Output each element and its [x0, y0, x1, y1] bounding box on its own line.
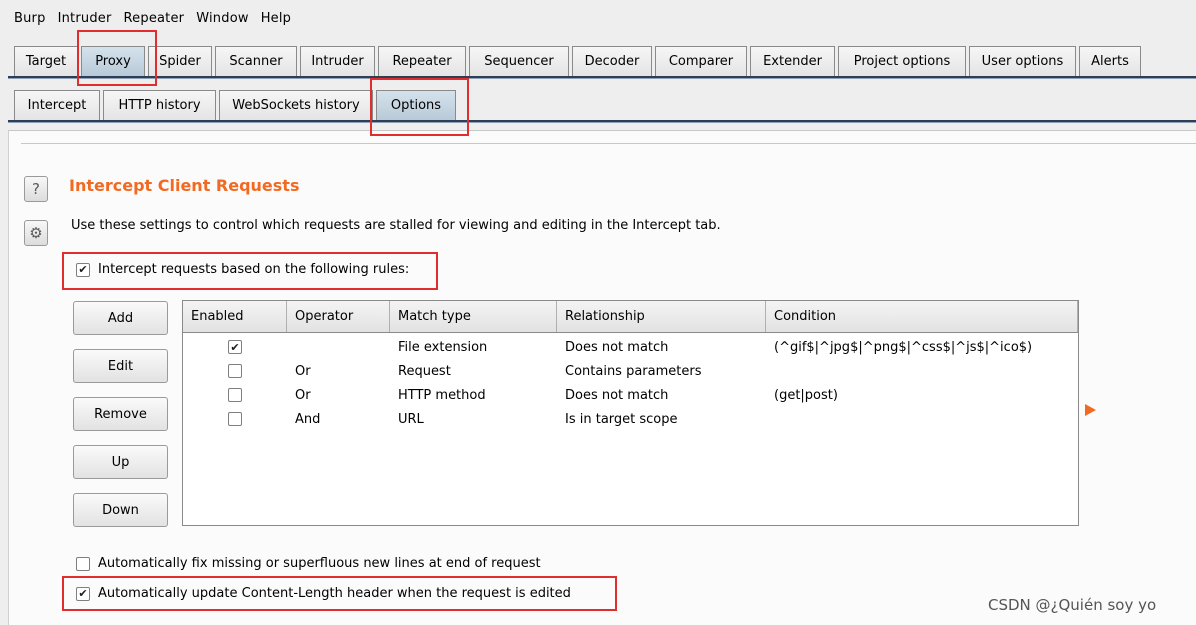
- fix-newlines-label: Automatically fix missing or superfluous…: [98, 556, 541, 571]
- tab-user-options[interactable]: User options: [969, 46, 1076, 76]
- settings-gear-icon[interactable]: ⚙: [24, 220, 48, 246]
- tab-repeater[interactable]: Repeater: [378, 46, 466, 76]
- column-header-condition[interactable]: Condition: [766, 301, 1078, 332]
- update-content-length-checkbox[interactable]: ✔: [76, 586, 90, 601]
- intercept-rules-label: Intercept requests based on the followin…: [98, 262, 410, 277]
- table-row[interactable]: ✔ File extension Does not match (^gif$|^…: [183, 335, 1078, 359]
- row-relationship: Does not match: [565, 387, 669, 403]
- column-header-operator[interactable]: Operator: [287, 301, 390, 332]
- tab-decoder[interactable]: Decoder: [572, 46, 652, 76]
- row-condition: (^gif$|^jpg$|^png$|^css$|^js$|^ico$): [774, 339, 1033, 355]
- menu-intruder[interactable]: Intruder: [52, 11, 118, 26]
- tab-alerts[interactable]: Alerts: [1079, 46, 1141, 76]
- menu-repeater[interactable]: Repeater: [118, 11, 191, 26]
- table-row[interactable]: And URL Is in target scope: [183, 407, 1078, 431]
- tab-options[interactable]: Options: [376, 90, 456, 120]
- remove-button[interactable]: Remove: [73, 397, 168, 431]
- menu-bar: Burp Intruder Repeater Window Help: [0, 0, 1196, 36]
- column-header-relationship[interactable]: Relationship: [557, 301, 766, 332]
- update-content-length-option[interactable]: ✔ Automatically update Content-Length he…: [76, 586, 571, 601]
- tab-project-options[interactable]: Project options: [838, 46, 966, 76]
- section-description: Use these settings to control which requ…: [71, 218, 721, 233]
- main-tab-underline: [8, 76, 1196, 79]
- row-operator: Or: [295, 363, 311, 379]
- intercept-rules-checkbox[interactable]: ✔: [76, 262, 90, 277]
- tab-websockets-history[interactable]: WebSockets history: [219, 90, 373, 120]
- tab-target[interactable]: Target: [14, 46, 78, 76]
- expand-arrow-icon[interactable]: [1085, 404, 1096, 416]
- tab-intruder[interactable]: Intruder: [300, 46, 375, 76]
- tab-comparer[interactable]: Comparer: [655, 46, 747, 76]
- sub-tab-underline: [8, 120, 1196, 123]
- menu-burp[interactable]: Burp: [8, 11, 52, 26]
- tab-http-history[interactable]: HTTP history: [103, 90, 216, 120]
- tab-proxy[interactable]: Proxy: [81, 46, 145, 76]
- help-icon[interactable]: ?: [24, 176, 48, 202]
- watermark: CSDN @¿Quién soy yo: [988, 596, 1157, 614]
- up-button[interactable]: Up: [73, 445, 168, 479]
- update-content-length-label: Automatically update Content-Length head…: [98, 586, 571, 601]
- row-match-type: URL: [398, 411, 424, 427]
- row-enabled-checkbox[interactable]: ✔: [228, 340, 242, 354]
- row-enabled-checkbox[interactable]: [228, 412, 242, 426]
- row-enabled-checkbox[interactable]: [228, 388, 242, 402]
- tab-extender[interactable]: Extender: [750, 46, 835, 76]
- column-header-match-type[interactable]: Match type: [390, 301, 557, 332]
- edit-button[interactable]: Edit: [73, 349, 168, 383]
- sub-tab-bar: Intercept HTTP history WebSockets histor…: [14, 88, 459, 120]
- tab-spider[interactable]: Spider: [148, 46, 212, 76]
- tab-intercept[interactable]: Intercept: [14, 90, 100, 120]
- row-operator: Or: [295, 387, 311, 403]
- column-header-enabled[interactable]: Enabled: [183, 301, 287, 332]
- intercept-rules-option[interactable]: ✔ Intercept requests based on the follow…: [76, 262, 409, 277]
- menu-window[interactable]: Window: [190, 11, 254, 26]
- gear-icon: ⚙: [29, 224, 43, 242]
- row-operator: And: [295, 411, 321, 427]
- add-button[interactable]: Add: [73, 301, 168, 335]
- table-row[interactable]: Or Request Contains parameters: [183, 359, 1078, 383]
- main-tab-bar: Target Proxy Spider Scanner Intruder Rep…: [14, 44, 1144, 76]
- table-header: Enabled Operator Match type Relationship…: [183, 301, 1078, 333]
- intercept-rules-table[interactable]: Enabled Operator Match type Relationship…: [182, 300, 1079, 526]
- panel-divider: [21, 143, 1196, 144]
- fix-newlines-checkbox[interactable]: [76, 556, 90, 571]
- tab-scanner[interactable]: Scanner: [215, 46, 297, 76]
- fix-newlines-option[interactable]: Automatically fix missing or superfluous…: [76, 556, 541, 571]
- row-relationship: Does not match: [565, 339, 669, 355]
- row-relationship: Is in target scope: [565, 411, 678, 427]
- table-row[interactable]: Or HTTP method Does not match (get|post): [183, 383, 1078, 407]
- tab-sequencer[interactable]: Sequencer: [469, 46, 569, 76]
- menu-help[interactable]: Help: [255, 11, 297, 26]
- section-title: Intercept Client Requests: [69, 176, 300, 195]
- row-match-type: File extension: [398, 339, 488, 355]
- down-button[interactable]: Down: [73, 493, 168, 527]
- row-relationship: Contains parameters: [565, 363, 702, 379]
- row-match-type: Request: [398, 363, 451, 379]
- row-enabled-checkbox[interactable]: [228, 364, 242, 378]
- row-condition: (get|post): [774, 387, 838, 403]
- help-icon-glyph: ?: [32, 180, 40, 198]
- row-match-type: HTTP method: [398, 387, 486, 403]
